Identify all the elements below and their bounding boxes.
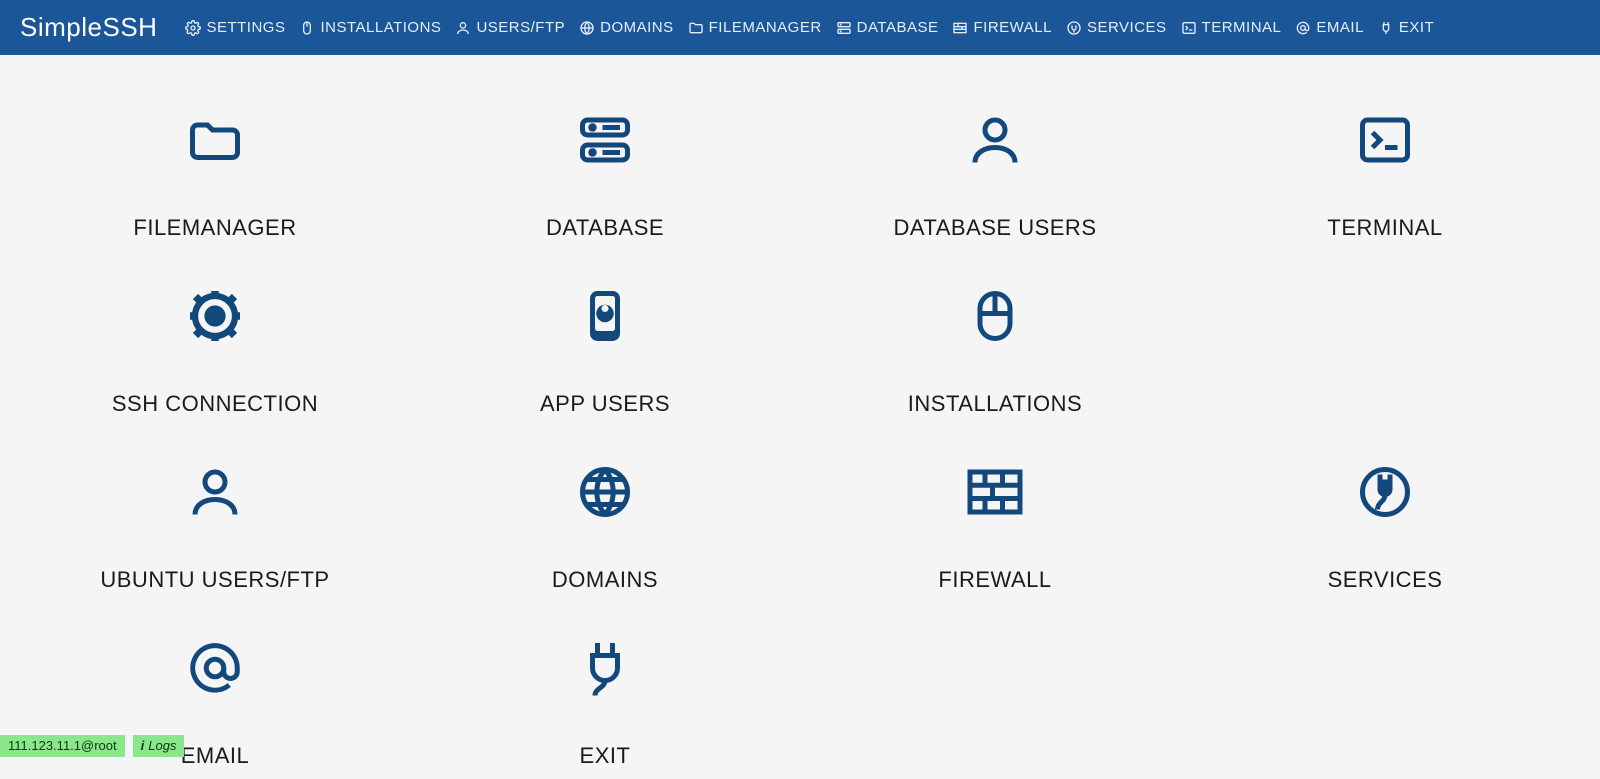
mouse-icon [299,20,315,36]
at-icon [1295,20,1311,36]
nav-links: SETTINGS INSTALLATIONS USERS/FTP DOMAINS… [185,19,1434,36]
tile-terminal[interactable]: TERMINAL [1210,75,1560,251]
status-connection[interactable]: 111.123.11.1@root [0,735,125,757]
gear-icon [40,261,390,371]
nav-label: SETTINGS [206,19,285,36]
status-logs[interactable]: iLogs [133,735,185,757]
nav-label: FIREWALL [973,19,1051,36]
brand-title[interactable]: SimpleSSH [20,12,157,43]
globe-icon [430,437,780,547]
terminal-icon [1210,85,1560,195]
user-icon [820,85,1170,195]
tile-label: FILEMANAGER [40,215,390,241]
tile-app-users[interactable]: APP USERS [430,251,780,427]
nav-installations[interactable]: INSTALLATIONS [299,19,441,36]
tile-label: DATABASE [430,215,780,241]
mouse-icon [820,261,1170,371]
exit-icon [1378,20,1394,36]
tile-label: APP USERS [430,391,780,417]
server-icon [430,85,780,195]
tile-label: SSH CONNECTION [40,391,390,417]
tile-label: DATABASE USERS [820,215,1170,241]
tile-domains[interactable]: DOMAINS [430,427,780,603]
tile-label: FIREWALL [820,567,1170,593]
terminal-icon [1181,20,1197,36]
info-icon: i [141,738,145,753]
plug-icon [1066,20,1082,36]
nav-label: SERVICES [1087,19,1167,36]
nav-exit[interactable]: EXIT [1378,19,1434,36]
navbar: SimpleSSH SETTINGS INSTALLATIONS USERS/F… [0,0,1600,55]
folder-icon [40,85,390,195]
firewall-icon [820,437,1170,547]
nav-label: DOMAINS [600,19,674,36]
user-icon [455,20,471,36]
tile-database-users[interactable]: DATABASE USERS [820,75,1170,251]
tile-ssh-connection[interactable]: SSH CONNECTION [40,251,390,427]
tile-label: INSTALLATIONS [820,391,1170,417]
status-bar: 111.123.11.1@root iLogs [0,735,184,757]
nav-firewall[interactable]: FIREWALL [952,19,1051,36]
nav-label: EXIT [1399,19,1434,36]
nav-label: TERMINAL [1202,19,1282,36]
nav-filemanager[interactable]: FILEMANAGER [688,19,822,36]
nav-label: FILEMANAGER [709,19,822,36]
app-user-icon [430,261,780,371]
tile-grid: FILEMANAGER DATABASE DATABASE USERS TERM… [0,55,1600,779]
nav-email[interactable]: EMAIL [1295,19,1364,36]
firewall-icon [952,20,968,36]
tile-database[interactable]: DATABASE [430,75,780,251]
tile-label: EXIT [430,743,780,769]
user-icon [40,437,390,547]
globe-icon [579,20,595,36]
tile-exit[interactable]: EXIT [430,603,780,779]
nav-label: INSTALLATIONS [320,19,441,36]
tile-ubuntu-users-ftp[interactable]: UBUNTU USERS/FTP [40,427,390,603]
tile-services[interactable]: SERVICES [1210,427,1560,603]
tile-installations[interactable]: INSTALLATIONS [820,251,1170,427]
nav-label: EMAIL [1316,19,1364,36]
tile-label: SERVICES [1210,567,1560,593]
plug-icon [1210,437,1560,547]
nav-services[interactable]: SERVICES [1066,19,1167,36]
folder-icon [688,20,704,36]
nav-database[interactable]: DATABASE [836,19,939,36]
nav-terminal[interactable]: TERMINAL [1181,19,1282,36]
gear-icon [185,20,201,36]
nav-settings[interactable]: SETTINGS [185,19,285,36]
tile-label: UBUNTU USERS/FTP [40,567,390,593]
nav-label: DATABASE [857,19,939,36]
nav-domains[interactable]: DOMAINS [579,19,674,36]
nav-users-ftp[interactable]: USERS/FTP [455,19,565,36]
tile-label: TERMINAL [1210,215,1560,241]
status-logs-label: Logs [148,738,176,753]
tile-label: DOMAINS [430,567,780,593]
tile-filemanager[interactable]: FILEMANAGER [40,75,390,251]
nav-label: USERS/FTP [476,19,565,36]
tile-firewall[interactable]: FIREWALL [820,427,1170,603]
server-icon [836,20,852,36]
exit-icon [430,613,780,723]
at-icon [40,613,390,723]
